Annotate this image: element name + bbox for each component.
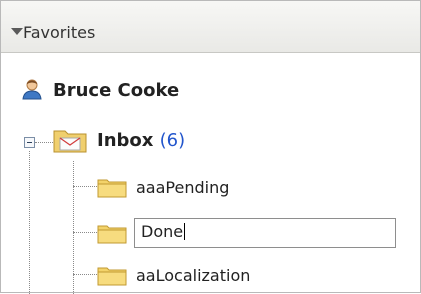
folder-node[interactable]: aaLocalization [1,260,421,290]
collapse-minus-icon[interactable] [24,137,35,148]
text-caret [184,223,186,240]
folder-icon [97,267,127,286]
inbox-name: Inbox [97,130,154,151]
unread-count: (6) [159,130,186,151]
folder-rename-input[interactable]: Done [134,218,396,248]
folder-icon [97,225,127,244]
user-icon [22,79,42,100]
favorites-header[interactable]: Favorites [1,1,420,53]
folder-icon [97,179,127,198]
user-name: Bruce Cooke [53,80,180,101]
inbox-node[interactable]: Inbox (6) [1,121,421,157]
inbox-label: Inbox (6) [97,130,185,151]
favorites-panel: Favorites Bruce Cooke Inbox (6) aaaPendi… [0,0,421,294]
rename-input-value: Done [141,222,184,241]
favorites-title: Favorites [23,23,96,42]
folder-label: aaaPending [136,178,230,197]
collapse-triangle-icon[interactable] [11,28,23,35]
folder-node[interactable]: aaaPending [1,172,421,202]
inbox-folder-icon [53,130,87,153]
folder-node-editing[interactable]: Done [1,218,421,248]
folder-label: aaLocalization [136,266,251,285]
